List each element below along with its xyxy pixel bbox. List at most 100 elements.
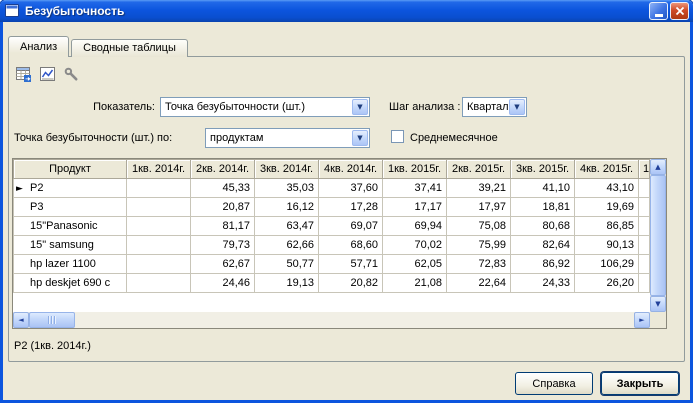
value-cell[interactable]: [126, 273, 191, 293]
step-value: Квартал: [467, 101, 508, 113]
value-cell[interactable]: 17,28: [318, 197, 383, 217]
value-cell[interactable]: 20,82: [318, 273, 383, 293]
product-name: hp deskjet 690 c: [30, 277, 111, 289]
value-cell[interactable]: 62,67: [190, 254, 255, 274]
column-header[interactable]: 3кв. 2015г.: [510, 159, 575, 179]
chevron-down-icon[interactable]: ▼: [352, 130, 368, 146]
column-header[interactable]: 3кв. 2014г.: [254, 159, 319, 179]
value-cell[interactable]: 26,20: [574, 273, 639, 293]
value-cell[interactable]: [126, 235, 191, 255]
value-cell[interactable]: 43,10: [574, 178, 639, 198]
scroll-up-button[interactable]: ▲: [650, 159, 666, 175]
table-row[interactable]: hp lazer 1100 62,67 50,77 57,71 62,05 72,83 86…: [13, 254, 650, 274]
value-cell[interactable]: 50,77: [254, 254, 319, 274]
value-cell[interactable]: 41,10: [510, 178, 575, 198]
table-row[interactable]: ► P2 45,33 35,03 37,60 37,41 39,21 41,10 43,10: [13, 178, 650, 198]
value-cell[interactable]: 90,13: [574, 235, 639, 255]
value-cell[interactable]: 79,73: [190, 235, 255, 255]
table-row[interactable]: hp deskjet 690 c 24,46 19,13 20,82 21,08 22,6…: [13, 273, 650, 293]
product-cell[interactable]: P3: [13, 197, 127, 217]
horizontal-scrollbar[interactable]: ◄ ►: [13, 312, 650, 328]
chevron-down-icon[interactable]: ▼: [352, 99, 368, 115]
help-button[interactable]: Справка: [515, 372, 593, 395]
value-cell[interactable]: [126, 178, 191, 198]
value-cell[interactable]: 24,46: [190, 273, 255, 293]
value-cell[interactable]: 21,08: [382, 273, 447, 293]
scroll-right-button[interactable]: ►: [634, 312, 650, 328]
value-cell[interactable]: 62,66: [254, 235, 319, 255]
product-cell[interactable]: 15" samsung: [13, 235, 127, 255]
value-cell[interactable]: 20,87: [190, 197, 255, 217]
value-cell[interactable]: 72,83: [446, 254, 511, 274]
tab-analysis[interactable]: Анализ: [8, 36, 70, 57]
column-header[interactable]: Продукт: [13, 159, 127, 179]
column-header[interactable]: 1кв. 2014г.: [126, 159, 191, 179]
close-button[interactable]: [670, 2, 689, 20]
product-cell[interactable]: ► P2: [13, 178, 127, 198]
vertical-scroll-thumb[interactable]: [650, 175, 666, 296]
horizontal-scroll-thumb[interactable]: [29, 312, 75, 328]
value-cell[interactable]: [126, 197, 191, 217]
value-cell[interactable]: 106,29: [574, 254, 639, 274]
value-cell[interactable]: 86,85: [574, 216, 639, 236]
vertical-scrollbar[interactable]: ▲ ▼: [650, 159, 666, 312]
minimize-button[interactable]: [649, 2, 668, 20]
column-header[interactable]: 2кв. 2014г.: [190, 159, 255, 179]
value-cell[interactable]: 69,07: [318, 216, 383, 236]
table-row[interactable]: P3 20,87 16,12 17,28 17,17 17,97 18,81 19,69: [13, 197, 650, 217]
value-cell[interactable]: 16,12: [254, 197, 319, 217]
value-cell[interactable]: 39,21: [446, 178, 511, 198]
value-cell[interactable]: 81,17: [190, 216, 255, 236]
value-cell[interactable]: 24,33: [510, 273, 575, 293]
value-cell[interactable]: 45,33: [190, 178, 255, 198]
product-cell[interactable]: 15"Panasonic: [13, 216, 127, 236]
product-cell[interactable]: hp lazer 1100: [13, 254, 127, 274]
value-cell[interactable]: 63,47: [254, 216, 319, 236]
chart-button[interactable]: [37, 64, 58, 85]
breakeven-by-select[interactable]: продуктам ▼: [205, 128, 370, 148]
value-cell[interactable]: 75,08: [446, 216, 511, 236]
close-icon: [675, 6, 684, 16]
column-header[interactable]: 2кв. 2015г.: [446, 159, 511, 179]
customize-button[interactable]: [61, 64, 82, 85]
value-cell[interactable]: 18,81: [510, 197, 575, 217]
value-cell[interactable]: 19,69: [574, 197, 639, 217]
value-cell[interactable]: 70,02: [382, 235, 447, 255]
column-header[interactable]: 1кв. 2015г.: [382, 159, 447, 179]
value-cell[interactable]: [126, 216, 191, 236]
scroll-left-button[interactable]: ◄: [13, 312, 29, 328]
value-cell[interactable]: [126, 254, 191, 274]
column-header-partial: 1: [638, 159, 650, 179]
table-report-button[interactable]: [13, 64, 34, 85]
value-cell[interactable]: 80,68: [510, 216, 575, 236]
tab-pivot-tables[interactable]: Сводные таблицы: [71, 39, 188, 57]
value-cell[interactable]: 82,64: [510, 235, 575, 255]
product-cell[interactable]: hp deskjet 690 c: [13, 273, 127, 293]
indicator-select[interactable]: Точка безубыточности (шт.) ▼: [160, 97, 370, 117]
monthly-average-checkbox[interactable]: [391, 130, 404, 143]
value-cell[interactable]: 17,97: [446, 197, 511, 217]
scroll-down-button[interactable]: ▼: [650, 296, 666, 312]
value-cell[interactable]: 86,92: [510, 254, 575, 274]
chevron-down-icon[interactable]: ▼: [509, 99, 525, 115]
table-row[interactable]: 15" samsung 79,73 62,66 68,60 70,02 75,99 82,6…: [13, 235, 650, 255]
close-dialog-button[interactable]: Закрыть: [601, 372, 679, 395]
titlebar[interactable]: Безубыточность: [0, 0, 693, 22]
value-cell[interactable]: 22,64: [446, 273, 511, 293]
column-header[interactable]: 4кв. 2015г.: [574, 159, 639, 179]
step-select[interactable]: Квартал ▼: [462, 97, 527, 117]
value-cell[interactable]: 69,94: [382, 216, 447, 236]
column-header[interactable]: 4кв. 2014г.: [318, 159, 383, 179]
value-cell[interactable]: 37,60: [318, 178, 383, 198]
value-cell[interactable]: 75,99: [446, 235, 511, 255]
value-cell[interactable]: 19,13: [254, 273, 319, 293]
value-cell[interactable]: 35,03: [254, 178, 319, 198]
value-cell[interactable]: 17,17: [382, 197, 447, 217]
monthly-average-label: Среднемесячное: [410, 132, 498, 144]
table-row[interactable]: 15"Panasonic 81,17 63,47 69,07 69,94 75,08 80,…: [13, 216, 650, 236]
value-cell[interactable]: 37,41: [382, 178, 447, 198]
value-cell[interactable]: 68,60: [318, 235, 383, 255]
value-cell[interactable]: 57,71: [318, 254, 383, 274]
tab-label: Сводные таблицы: [83, 42, 176, 54]
value-cell[interactable]: 62,05: [382, 254, 447, 274]
